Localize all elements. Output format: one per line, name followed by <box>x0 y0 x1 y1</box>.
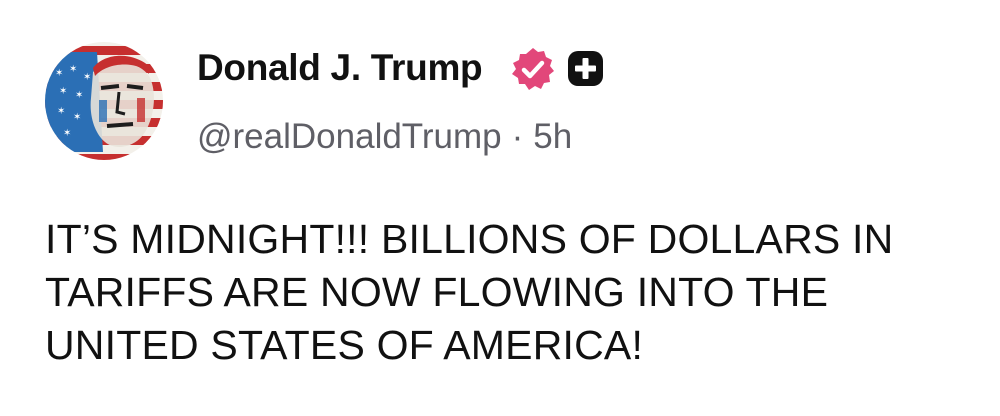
author-name[interactable]: Donald J. Trump <box>197 42 483 94</box>
svg-text:✶: ✶ <box>59 86 67 97</box>
handle-line: @realDonaldTrump · 5h <box>197 113 572 161</box>
separator-dot: · <box>511 117 524 156</box>
post-body: IT’S MIDNIGHT!!! BILLIONS OF DOLLARS IN … <box>45 216 894 368</box>
svg-text:✶: ✶ <box>55 68 63 79</box>
svg-text:✶: ✶ <box>83 72 91 83</box>
svg-text:✶: ✶ <box>73 112 81 123</box>
avatar-image: ✶ ✶ ✶ ✶ ✶ ✶ ✶ ✶ <box>45 42 163 160</box>
svg-text:✶: ✶ <box>69 64 77 75</box>
author-handle[interactable]: @realDonaldTrump <box>197 117 502 156</box>
svg-text:✶: ✶ <box>75 90 83 101</box>
author-avatar[interactable]: ✶ ✶ ✶ ✶ ✶ ✶ ✶ ✶ <box>45 42 163 160</box>
verified-badge-icon <box>512 48 554 90</box>
svg-text:✶: ✶ <box>57 106 65 117</box>
plus-badge-icon[interactable] <box>567 50 604 87</box>
post-card: ✶ ✶ ✶ ✶ ✶ ✶ ✶ ✶ Donald J. Trump @realDon… <box>0 0 1000 416</box>
post-timestamp[interactable]: 5h <box>533 117 572 156</box>
svg-text:✶: ✶ <box>63 128 71 139</box>
